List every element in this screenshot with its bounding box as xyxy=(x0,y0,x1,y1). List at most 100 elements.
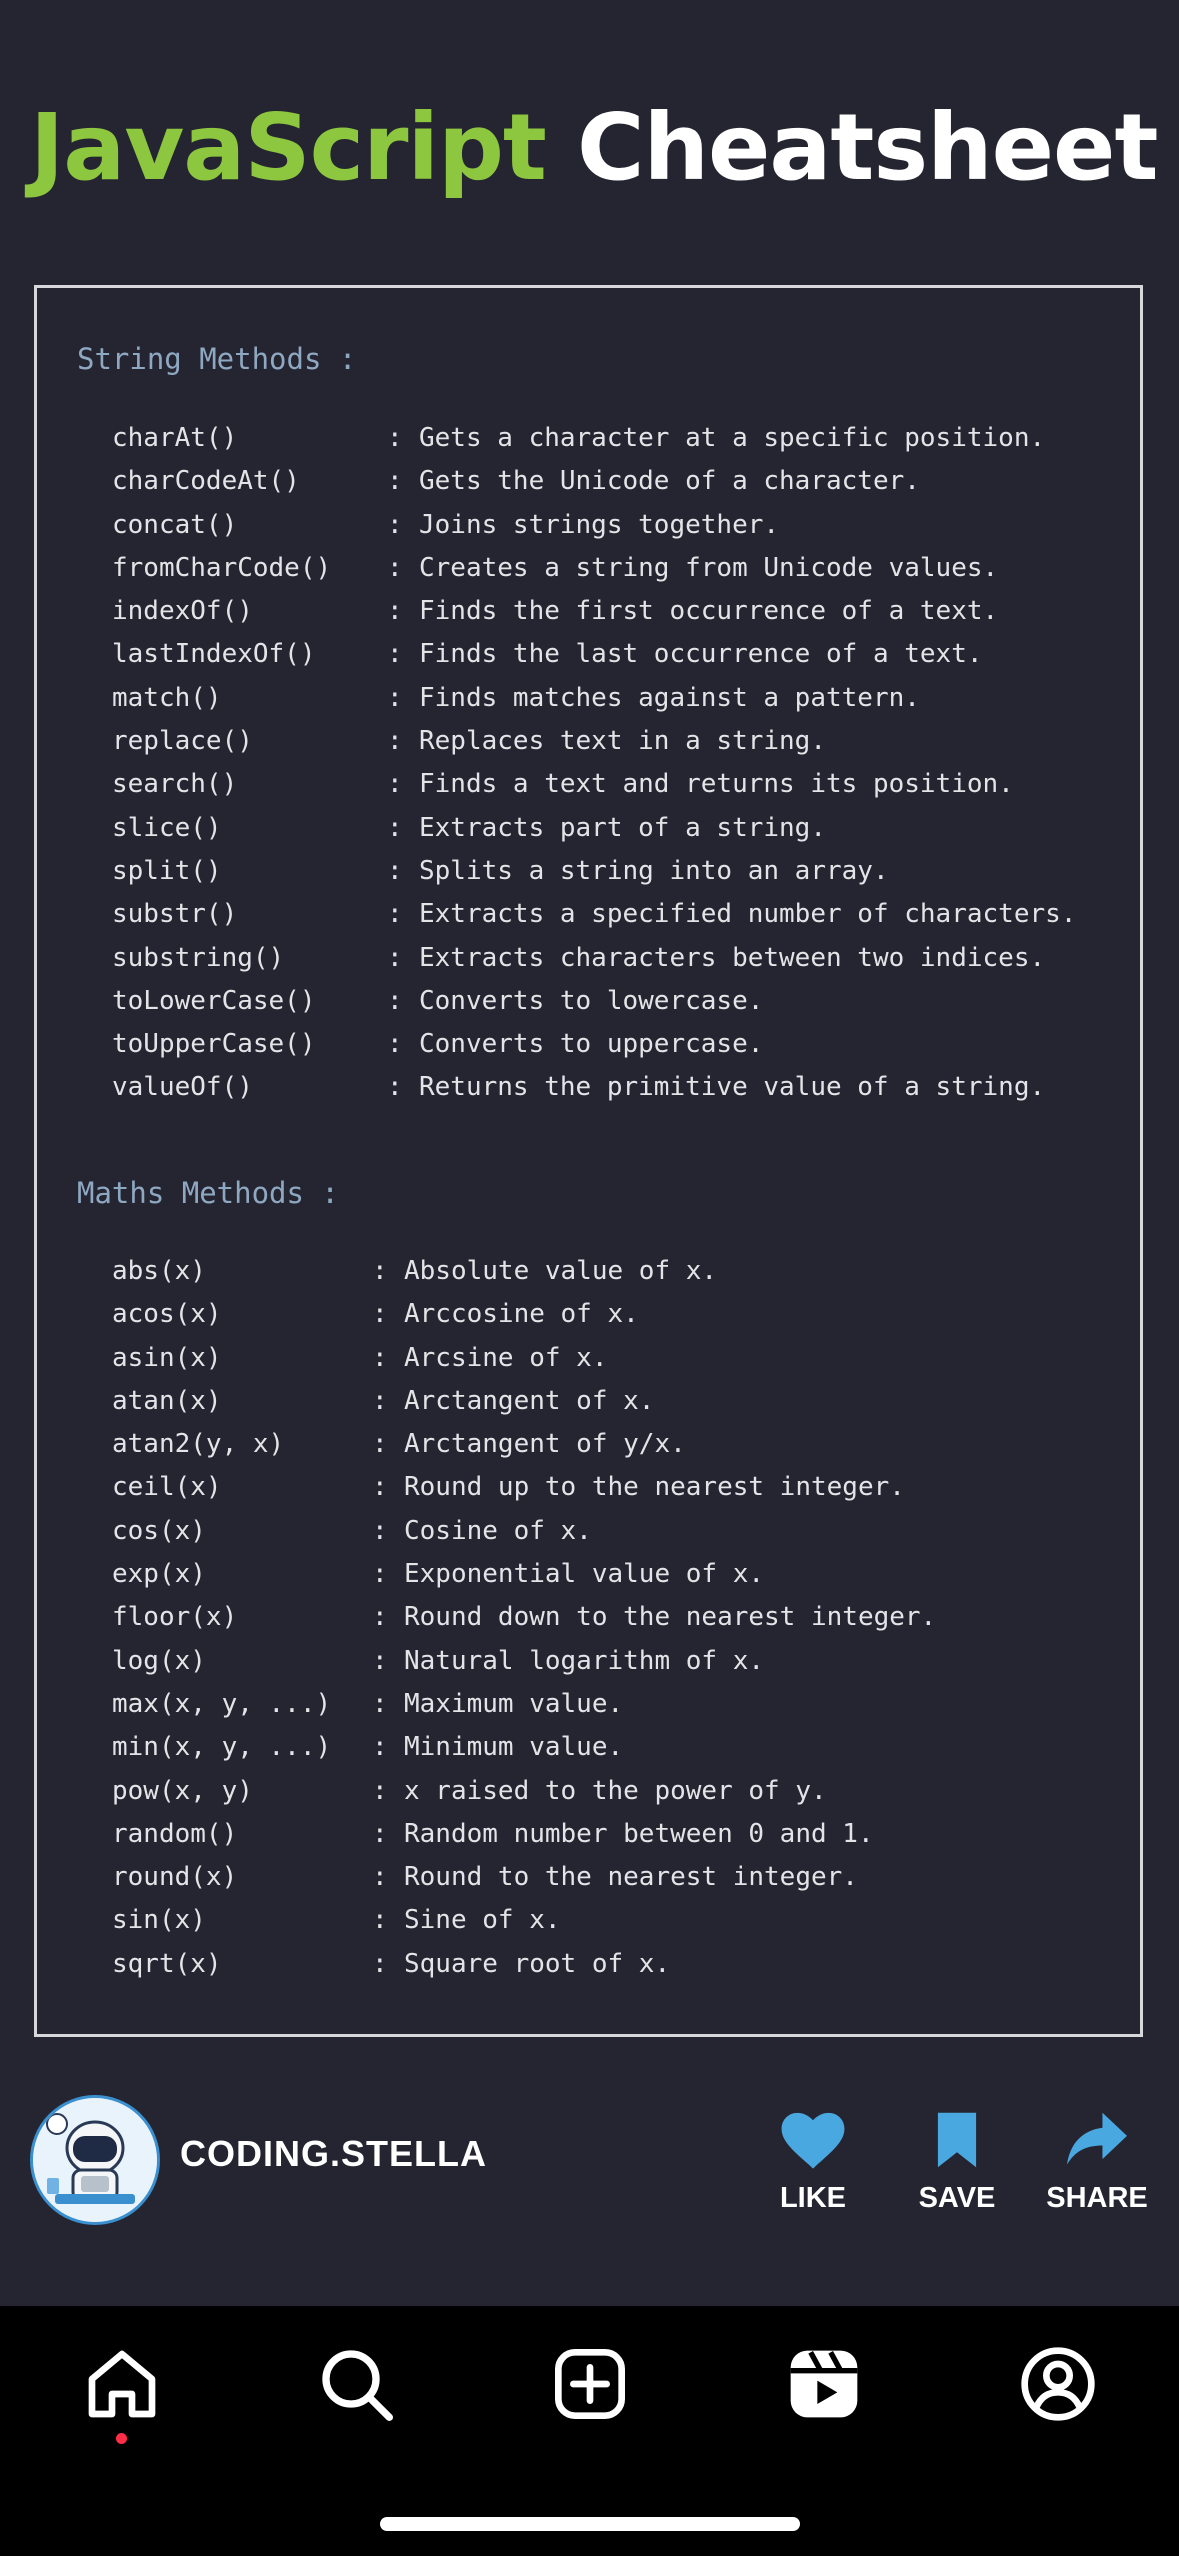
method-separator: : xyxy=(372,1559,388,1590)
method-description: Converts to lowercase. xyxy=(419,985,764,1016)
method-separator: : xyxy=(372,1862,388,1893)
method-row: charAt(): Gets a character at a specific … xyxy=(112,417,1076,460)
method-separator: : xyxy=(372,1775,388,1806)
method-row: fromCharCode(): Creates a string from Uni… xyxy=(112,547,1076,590)
save-button[interactable]: SAVE xyxy=(897,2110,1017,2215)
method-description: Exponential value of x. xyxy=(404,1559,765,1590)
method-description: Square root of x. xyxy=(404,1948,671,1979)
method-description: Round to the nearest integer. xyxy=(404,1862,858,1893)
save-label: SAVE xyxy=(918,2182,996,2214)
method-name: fromCharCode() xyxy=(112,552,332,583)
search-icon[interactable] xyxy=(316,2344,396,2424)
heart-icon xyxy=(781,2112,845,2169)
title-cheatsheet: Cheatsheet xyxy=(576,94,1158,201)
method-name: log(x) xyxy=(112,1645,206,1676)
method-description: Minimum value. xyxy=(404,1732,624,1763)
method-name: charCodeAt() xyxy=(112,466,300,497)
method-row: split(): Splits a string into an array. xyxy=(112,850,1076,893)
method-row: ceil(x): Round up to the nearest integer. xyxy=(112,1466,936,1509)
method-row: search(): Finds a text and returns its po… xyxy=(112,763,1076,806)
method-name: pow(x, y) xyxy=(112,1775,253,1806)
method-name: atan(x) xyxy=(112,1385,222,1416)
method-row: atan2(y, x): Arctangent of y/x. xyxy=(112,1423,936,1466)
method-separator: : xyxy=(387,855,403,886)
method-row: random(): Random number between 0 and 1. xyxy=(112,1813,936,1856)
method-description: Cosine of x. xyxy=(404,1515,592,1546)
method-row: max(x, y, ...): Maximum value. xyxy=(112,1683,936,1726)
like-label: LIKE xyxy=(779,2182,847,2214)
method-description: Natural logarithm of x. xyxy=(404,1645,765,1676)
method-description: Random number between 0 and 1. xyxy=(404,1818,874,1849)
method-name: lastIndexOf() xyxy=(112,639,316,670)
method-name: acos(x) xyxy=(112,1299,222,1330)
method-description: Joins strings together. xyxy=(419,509,780,540)
home-icon[interactable] xyxy=(82,2344,162,2424)
method-row: exp(x): Exponential value of x. xyxy=(112,1553,936,1596)
method-separator: : xyxy=(372,1818,388,1849)
method-description: Replaces text in a string. xyxy=(419,726,826,757)
like-button[interactable]: LIKE xyxy=(753,2110,873,2215)
method-description: Gets the Unicode of a character. xyxy=(419,466,920,497)
method-row: acos(x): Arccosine of x. xyxy=(112,1293,936,1336)
method-name: floor(x) xyxy=(112,1602,238,1633)
method-separator: : xyxy=(387,596,403,627)
create-icon[interactable] xyxy=(550,2344,630,2424)
method-separator: : xyxy=(372,1342,388,1373)
method-separator: : xyxy=(387,682,403,713)
home-notification-dot xyxy=(116,2433,127,2444)
method-row: atan(x): Arctangent of x. xyxy=(112,1380,936,1423)
method-row: pow(x, y): x raised to the power of y. xyxy=(112,1770,936,1813)
method-row: sqrt(x): Square root of x. xyxy=(112,1943,936,1986)
method-name: max(x, y, ...) xyxy=(112,1688,332,1719)
method-row: min(x, y, ...): Minimum value. xyxy=(112,1726,936,1769)
method-name: match() xyxy=(112,682,222,713)
method-separator: : xyxy=(372,1472,388,1503)
method-separator: : xyxy=(372,1948,388,1979)
method-description: Extracts part of a string. xyxy=(419,812,826,843)
method-name: asin(x) xyxy=(112,1342,222,1373)
method-description: Finds matches against a pattern. xyxy=(419,682,920,713)
method-name: atan2(y, x) xyxy=(112,1429,285,1460)
method-row: log(x): Natural logarithm of x. xyxy=(112,1640,936,1683)
method-row: toLowerCase(): Converts to lowercase. xyxy=(112,980,1076,1023)
method-row: toUpperCase(): Converts to uppercase. xyxy=(112,1023,1076,1066)
method-name: split() xyxy=(112,855,222,886)
author-username[interactable]: CODING.STELLA xyxy=(180,2133,487,2175)
method-separator: : xyxy=(372,1256,388,1286)
method-row: replace(): Replaces text in a string. xyxy=(112,720,1076,763)
reels-icon[interactable] xyxy=(784,2344,864,2424)
method-name: charAt() xyxy=(112,423,238,453)
method-row: match(): Finds matches against a pattern. xyxy=(112,677,1076,720)
method-separator: : xyxy=(387,466,403,497)
method-separator: : xyxy=(372,1602,388,1633)
method-separator: : xyxy=(387,942,403,973)
method-description: Creates a string from Unicode values. xyxy=(419,552,999,583)
method-separator: : xyxy=(387,899,403,930)
method-row: abs(x): Absolute value of x. xyxy=(112,1250,936,1293)
page-title: JavaScript Cheatsheet xyxy=(30,88,1160,208)
method-name: slice() xyxy=(112,812,222,843)
method-separator: : xyxy=(387,1072,403,1103)
method-separator: : xyxy=(372,1732,388,1763)
method-separator: : xyxy=(387,726,403,757)
method-description: Gets a character at a specific position. xyxy=(419,423,1046,453)
method-description: Arccosine of x. xyxy=(404,1299,639,1330)
method-row: floor(x): Round down to the nearest integ… xyxy=(112,1596,936,1639)
home-indicator[interactable] xyxy=(380,2517,800,2531)
author-avatar[interactable] xyxy=(30,2095,160,2225)
method-row: cos(x): Cosine of x. xyxy=(112,1510,936,1553)
method-row: lastIndexOf(): Finds the last occurrence … xyxy=(112,633,1076,676)
method-description: Round down to the nearest integer. xyxy=(404,1602,937,1633)
method-description: Extracts a specified number of character… xyxy=(419,899,1077,930)
method-separator: : xyxy=(372,1385,388,1416)
method-description: Returns the primitive value of a string. xyxy=(419,1072,1046,1103)
profile-icon[interactable] xyxy=(1018,2344,1098,2424)
method-name: sqrt(x) xyxy=(112,1948,222,1979)
method-name: abs(x) xyxy=(112,1256,206,1286)
method-separator: : xyxy=(372,1429,388,1460)
method-name: toUpperCase() xyxy=(112,1029,316,1060)
method-name: ceil(x) xyxy=(112,1472,222,1503)
string-methods-title: String Methods : xyxy=(77,342,357,376)
share-button[interactable]: SHARE xyxy=(1037,2110,1157,2215)
method-name: substring() xyxy=(112,942,285,973)
